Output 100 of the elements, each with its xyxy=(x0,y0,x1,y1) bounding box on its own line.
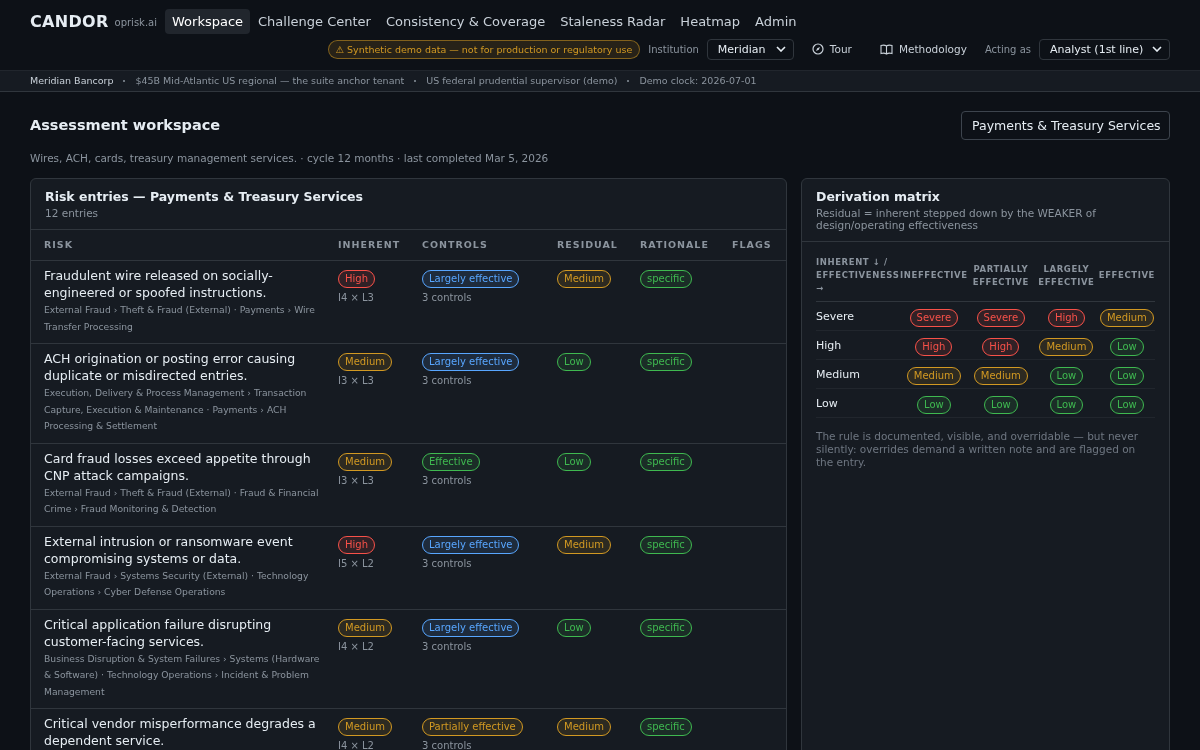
column-header: RATIONALE xyxy=(640,230,732,261)
row-label: Severe xyxy=(816,301,900,331)
rationale-badge: specific xyxy=(640,353,692,371)
risk-title[interactable]: External intrusion or ransomware event compromising systems or data. xyxy=(44,532,324,567)
inherent-rating-badge: Medium xyxy=(338,353,392,371)
row-label: Low xyxy=(816,388,900,418)
column-header: RISK xyxy=(31,230,338,261)
score-text: I4 × L2 xyxy=(338,640,375,652)
controls-rating-badge: Largely effective xyxy=(422,535,520,554)
institution-dropdown[interactable]: Meridian xyxy=(706,38,794,60)
residual-rating-badge: High xyxy=(1047,309,1085,327)
card-title: Risk entries — Payments & Treasury Services xyxy=(45,189,365,204)
context-item: $45B Mid-Atlantic US regional — the suite anchor tenant xyxy=(135,75,405,86)
risk-taxonomy-path: External Fraud › Theft & Fraud (External) · Fraud & Financial Crime › Fraud Monitoring & Detection xyxy=(44,485,320,516)
unit-dropdown[interactable]: Payments & Treasury Services xyxy=(961,110,1170,140)
residual-rating-badge: Medium xyxy=(557,270,611,288)
score-text: I5 × L2 xyxy=(338,557,375,569)
demo-data-notice: ⚠ Synthetic demo data — not for production or regulatory use xyxy=(327,39,641,59)
brand-domain: oprisk.ai xyxy=(114,17,157,28)
risk-title[interactable]: Critical application failure disrupting customer-facing services. xyxy=(44,615,324,650)
residual-rating-badge: Low xyxy=(1049,396,1084,414)
card-title: Derivation matrix xyxy=(816,189,941,204)
score-text: I3 × L3 xyxy=(338,474,375,486)
risk-title[interactable]: Critical vendor misperformance degrades a dependent service. xyxy=(44,715,324,749)
column-header: INEFFECTIVE xyxy=(900,252,968,302)
residual-rating-badge: Low xyxy=(557,452,591,471)
column-header: RESIDUAL xyxy=(557,230,640,261)
controls-rating-badge: Largely effective xyxy=(422,270,520,288)
inherent-rating-badge: High xyxy=(338,270,375,288)
control-count: 3 controls xyxy=(422,375,473,386)
methodology-link[interactable]: Methodology xyxy=(869,43,977,55)
inherent-rating-badge: Medium xyxy=(338,618,392,637)
nav-tab[interactable]: Staleness Radar xyxy=(553,8,673,34)
column-header: INHERENT ↓ / EFFECTIVENESS → xyxy=(816,252,900,302)
card-subtitle: Residual = inherent stepped down by the WEAKER of design/operating effectiveness xyxy=(816,207,1097,231)
row-label: Medium xyxy=(816,359,900,389)
nav-tab[interactable]: Consistency & Coverage xyxy=(378,8,553,34)
column-header: LARGELY EFFECTIVE xyxy=(1034,252,1099,302)
control-count: 3 controls xyxy=(422,292,473,303)
inherent-rating-badge: Medium xyxy=(338,718,392,736)
controls-rating-badge: Largely effective xyxy=(422,618,520,637)
matrix-note: The rule is documented, visible, and overridable — but never silently: overrides demand a written note and are flagged on the entry. xyxy=(816,430,1140,469)
control-count: 3 controls xyxy=(422,740,473,750)
controls-rating-badge: Partially effective xyxy=(422,718,523,736)
field-label: Institution xyxy=(648,43,699,55)
nav-tab[interactable]: Challenge Center xyxy=(251,8,378,34)
residual-rating-badge: Medium xyxy=(1039,338,1094,356)
book-icon xyxy=(879,43,893,55)
residual-rating-badge: Low xyxy=(1110,338,1144,356)
page-title: Assessment workspace xyxy=(30,117,221,133)
risk-taxonomy-path: Business Disruption & System Failures › Systems (Hardware & Software) · Technology Operations › Incident & Problem Management xyxy=(44,651,321,699)
control-count: 3 controls xyxy=(422,557,473,569)
residual-rating-badge: Low xyxy=(1049,367,1084,385)
field-label: Acting as xyxy=(984,43,1031,55)
compass-icon xyxy=(811,43,824,55)
score-text: I3 × L3 xyxy=(338,375,375,386)
page-description: Wires, ACH, cards, treasury management services. · cycle 12 months · last completed Mar 5, 2026 xyxy=(30,152,550,164)
rationale-badge: specific xyxy=(640,718,692,736)
score-text: I4 × L2 xyxy=(338,740,375,750)
residual-rating-badge: Low xyxy=(984,396,1018,414)
row-label: High xyxy=(816,330,900,360)
column-header: PARTIALLY EFFECTIVE xyxy=(967,252,1034,302)
residual-rating-badge: Medium xyxy=(557,535,611,554)
residual-rating-badge: Low xyxy=(1110,396,1144,414)
caret-icon xyxy=(775,46,786,52)
residual-rating-badge: Low xyxy=(917,396,951,414)
residual-rating-badge: Severe xyxy=(976,309,1026,327)
rationale-badge: specific xyxy=(640,270,692,288)
nav-tab[interactable]: Workspace xyxy=(165,8,251,34)
residual-rating-badge: Medium xyxy=(973,367,1028,385)
residual-rating-badge: Low xyxy=(557,618,591,637)
tour-link[interactable]: Tour xyxy=(801,43,862,55)
role-dropdown[interactable]: Analyst (1st line) xyxy=(1039,38,1170,60)
residual-rating-badge: Severe xyxy=(909,309,959,327)
control-count: 3 controls xyxy=(422,474,473,486)
residual-rating-badge: Low xyxy=(1110,367,1144,385)
score-text: I4 × L3 xyxy=(338,292,375,303)
risk-title[interactable]: Fraudulent wire released on socially-engineered or spoofed instructions. xyxy=(44,267,324,301)
column-header: EFFECTIVE xyxy=(1098,252,1155,302)
risk-title[interactable]: ACH origination or posting error causing duplicate or misdirected entries. xyxy=(44,350,324,384)
column-header: FLAGS xyxy=(732,230,786,261)
nav-tab[interactable]: Admin xyxy=(748,8,804,34)
rationale-badge: specific xyxy=(640,618,692,637)
control-count: 3 controls xyxy=(422,640,473,652)
nav-tab[interactable]: Heatmap xyxy=(673,8,748,34)
brand-name: CANDOR xyxy=(30,11,109,31)
residual-rating-badge: Medium xyxy=(906,367,961,385)
inherent-rating-badge: High xyxy=(338,535,375,554)
column-header: INHERENT xyxy=(338,230,422,261)
column-header: CONTROLS xyxy=(422,230,557,261)
rationale-badge: specific xyxy=(640,535,692,554)
context-item: Demo clock: 2026-07-01 xyxy=(639,75,757,86)
risk-title[interactable]: Card fraud losses exceed appetite through CNP attack campaigns. xyxy=(44,449,324,484)
residual-rating-badge: Low xyxy=(557,353,591,371)
controls-rating-badge: Largely effective xyxy=(422,353,520,371)
risk-taxonomy-path: External Fraud › Systems Security (External) · Technology Operations › Cyber Defense Operations xyxy=(44,568,310,599)
rationale-badge: specific xyxy=(640,452,692,471)
residual-rating-badge: High xyxy=(915,338,953,356)
controls-rating-badge: Effective xyxy=(422,452,480,471)
risk-taxonomy-path: Execution, Delivery & Process Management › Transaction Capture, Execution & Maintenance · Payments › ACH Processing & Settlement xyxy=(44,386,308,433)
